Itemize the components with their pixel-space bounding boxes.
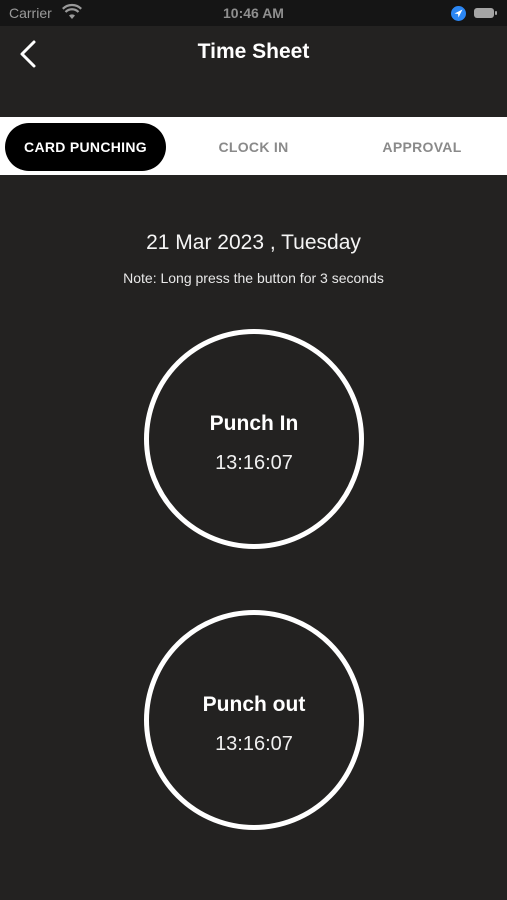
punch-out-time: 13:16:07 [215, 733, 293, 755]
tab-card-punching[interactable]: CARD PUNCHING [5, 123, 166, 171]
punch-out-button[interactable]: Punch out 13:16:07 [144, 610, 364, 830]
nav-bar: Time Sheet [0, 26, 507, 116]
long-press-note: Note: Long press the button for 3 second… [123, 270, 384, 286]
punch-in-time: 13:16:07 [215, 452, 293, 474]
location-arrow-icon [451, 6, 466, 21]
tab-clock-in[interactable]: CLOCK IN [172, 123, 335, 171]
current-date: 21 Mar 2023 , Tuesday [146, 231, 361, 254]
status-bar: Carrier 10:46 AM [0, 0, 507, 26]
punch-in-label: Punch In [209, 412, 299, 435]
status-time: 10:46 AM [223, 5, 284, 21]
page-title: Time Sheet [197, 40, 310, 63]
tab-approval[interactable]: APPROVAL [340, 123, 504, 171]
tab-bar: CARD PUNCHING CLOCK IN APPROVAL [0, 117, 507, 175]
battery-icon [474, 8, 497, 18]
punch-out-label: Punch out [202, 693, 306, 716]
punch-in-button[interactable]: Punch In 13:16:07 [144, 329, 364, 549]
